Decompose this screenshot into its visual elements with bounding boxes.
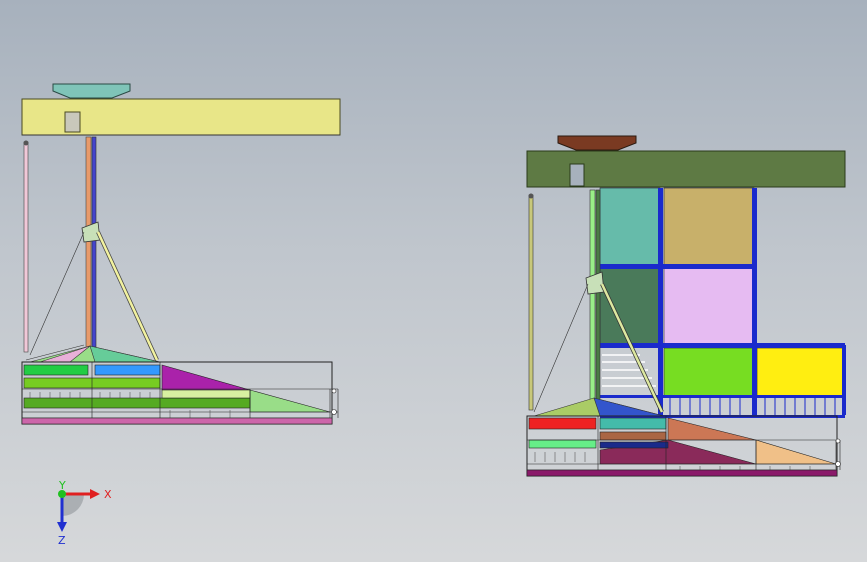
right-cable [528, 194, 534, 411]
left-beam-notch [64, 111, 81, 133]
z-axis-label: Z [58, 534, 66, 547]
right-panel-4 [663, 267, 755, 345]
left-assembly[interactable] [21, 83, 341, 425]
cad-viewport[interactable]: X Y Z [0, 0, 867, 562]
model-scene[interactable] [0, 0, 867, 562]
triad-plane [62, 494, 84, 516]
y-axis-label: Y [58, 480, 66, 492]
right-mast [589, 189, 596, 411]
left-mast-inner [91, 136, 97, 348]
right-panel-3 [599, 267, 661, 345]
right-panel-6 [756, 347, 846, 397]
z-axis-arrow-icon [57, 522, 67, 532]
x-axis-label: X [104, 488, 112, 501]
right-head [557, 135, 637, 151]
left-head [52, 83, 131, 99]
right-panel-1 [599, 187, 661, 267]
right-panel-2 [663, 187, 755, 267]
x-axis-arrow-icon [90, 489, 100, 499]
orientation-triad[interactable]: X Y Z [48, 480, 118, 550]
right-panel-5 [663, 347, 755, 397]
left-cable [23, 141, 29, 353]
right-beam-notch [569, 163, 585, 187]
left-mast [85, 136, 92, 353]
right-assembly[interactable] [526, 135, 846, 477]
